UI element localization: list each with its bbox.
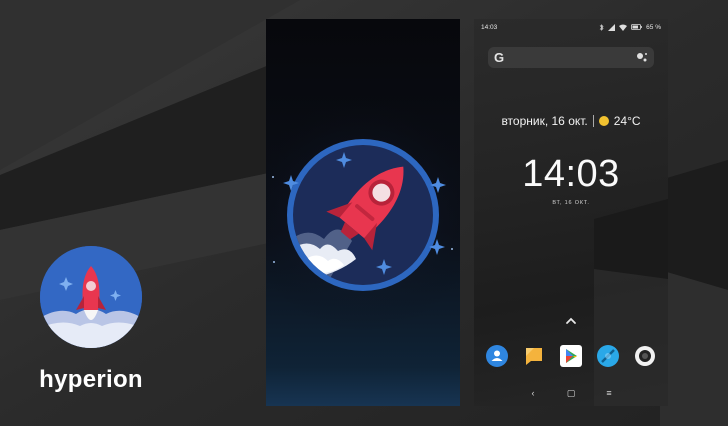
- rocket-logo-large: [266, 97, 460, 333]
- messages-icon[interactable]: [523, 345, 545, 367]
- menu-button[interactable]: ≡: [602, 388, 616, 398]
- home-button[interactable]: ▢: [564, 388, 578, 399]
- contacts-icon[interactable]: [486, 345, 508, 367]
- back-button[interactable]: ‹: [526, 388, 540, 398]
- status-time: 14:03: [481, 23, 498, 31]
- weather-date: вторник, 16 окт.: [501, 114, 588, 128]
- weather-temperature: 24°C: [613, 114, 641, 128]
- battery-icon: [631, 24, 642, 30]
- splash-screen: [266, 19, 460, 406]
- clock-date: ВТ, 16 ОКТ.: [552, 200, 590, 206]
- chevron-up-icon[interactable]: [565, 317, 577, 325]
- weather-widget[interactable]: вторник, 16 окт. 24°C: [474, 114, 668, 128]
- app-name: hyperion: [39, 366, 143, 393]
- clock-time[interactable]: 14:03: [474, 153, 668, 196]
- google-search-bar[interactable]: G: [488, 47, 654, 68]
- battery-percent: 65 %: [646, 23, 661, 31]
- phone-home-screen: 14:03 65 % G вторник, 16 окт. 24°C 14:03…: [474, 19, 668, 406]
- google-logo: G: [494, 50, 505, 65]
- bluetooth-icon: [599, 23, 604, 31]
- wifi-icon: [619, 24, 628, 31]
- play-store-icon[interactable]: [560, 345, 582, 367]
- status-bar: 14:03 65 %: [474, 19, 668, 35]
- assistant-icon[interactable]: [636, 51, 648, 63]
- browser-icon[interactable]: [597, 345, 619, 367]
- signal-icon: [608, 23, 616, 31]
- app-dock: [486, 343, 656, 369]
- camera-icon[interactable]: [634, 345, 656, 367]
- rocket-icon[interactable]: [40, 246, 142, 348]
- sun-icon: [598, 116, 609, 126]
- divider: [592, 115, 594, 127]
- navigation-bar: ‹ ▢ ≡: [474, 386, 668, 400]
